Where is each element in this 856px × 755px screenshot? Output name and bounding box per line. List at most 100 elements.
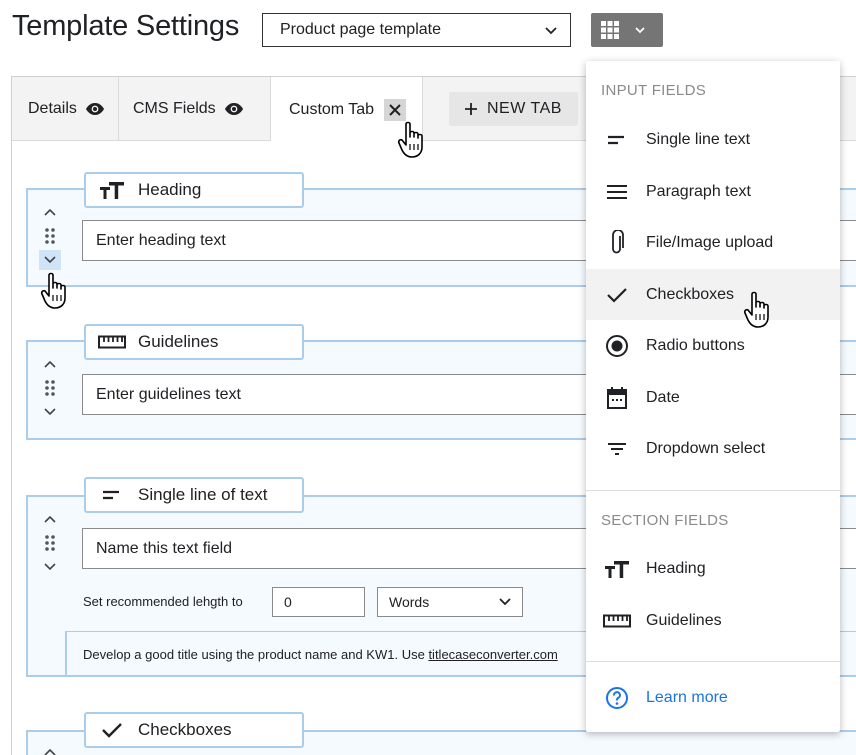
menu-item-label: Dropdown select	[646, 439, 766, 457]
menu-item-heading[interactable]: Heading	[586, 543, 840, 594]
help-icon	[606, 686, 628, 709]
guidelines-placeholder: Enter guidelines text	[96, 385, 241, 403]
grid-icon	[601, 21, 619, 39]
paperclip-icon	[612, 229, 624, 253]
menu-item-checkboxes[interactable]: Checkboxes	[586, 269, 840, 320]
chevron-down-icon	[44, 256, 56, 264]
menu-item-guidelines[interactable]: Guidelines	[586, 595, 840, 646]
hint-link[interactable]: titlecaseconverter.com	[428, 647, 557, 662]
menu-divider	[586, 490, 840, 491]
guidelines-label-text: Guidelines	[138, 332, 219, 351]
move-up-button[interactable]	[43, 509, 57, 529]
menu-item-label: Checkboxes	[646, 285, 735, 303]
field-menu-button[interactable]	[591, 13, 663, 47]
tab-details[interactable]: Details	[12, 77, 119, 141]
radio-icon	[606, 334, 628, 357]
checkboxes-field-label: Checkboxes	[84, 712, 304, 748]
menu-item-label: Heading	[646, 559, 706, 577]
eye-icon[interactable]	[224, 102, 244, 116]
field-mover	[40, 509, 60, 577]
single-line-field-label: Single line of text	[84, 477, 304, 513]
short-text-icon	[608, 135, 624, 144]
menu-item-dropdown-select[interactable]: Dropdown select	[586, 423, 840, 474]
section-fields-heading: SECTION FIELDS	[601, 512, 729, 529]
menu-item-label: File/Image upload	[646, 233, 774, 251]
drag-handle-icon	[45, 228, 55, 244]
recommended-length-value: 0	[284, 594, 292, 610]
learn-more-link[interactable]: Learn more	[586, 672, 840, 723]
chevron-up-icon	[44, 360, 56, 368]
tab-label: Details	[28, 100, 77, 117]
menu-item-label: Paragraph text	[646, 182, 751, 200]
guidelines-field-label: Guidelines	[84, 324, 304, 360]
menu-divider	[586, 661, 840, 662]
move-up-button[interactable]	[43, 742, 57, 755]
move-down-button[interactable]	[39, 557, 61, 577]
add-field-menu: INPUT FIELDS Single line text Paragraph …	[586, 61, 840, 732]
calendar-icon	[607, 386, 627, 409]
menu-item-file-image-upload[interactable]: File/Image upload	[586, 217, 840, 268]
menu-item-single-line-text[interactable]: Single line text	[586, 114, 840, 165]
tab-label: Custom Tab	[289, 100, 375, 118]
length-unit-value: Words	[389, 594, 430, 610]
hint-prefix: Develop a good title using the product n…	[83, 647, 429, 662]
field-mover	[40, 354, 60, 422]
heading-field-label: Heading	[84, 172, 304, 208]
template-select[interactable]: Product page template	[262, 13, 571, 47]
menu-item-paragraph-text[interactable]: Paragraph text	[586, 166, 840, 217]
move-down-button[interactable]	[39, 250, 61, 270]
chevron-down-icon	[44, 563, 56, 571]
move-up-button[interactable]	[43, 202, 57, 222]
chevron-up-icon	[44, 208, 56, 216]
hand-cursor-icon	[743, 291, 769, 328]
menu-item-label: Radio buttons	[646, 336, 745, 354]
text-size-icon	[605, 560, 629, 578]
filter-lines-icon	[608, 442, 626, 455]
check-icon	[607, 287, 627, 303]
move-up-button[interactable]	[43, 354, 57, 374]
menu-item-date[interactable]: Date	[586, 372, 840, 423]
ruler-icon	[98, 335, 126, 349]
paragraph-icon	[607, 184, 627, 199]
chevron-up-icon	[44, 515, 56, 523]
recommended-length-label: Set recommended lehgth to	[83, 594, 243, 609]
learn-more-label: Learn more	[646, 688, 728, 706]
heading-placeholder: Enter heading text	[96, 231, 226, 249]
hint-text: Develop a good title using the product n…	[83, 647, 558, 662]
menu-item-label: Guidelines	[646, 611, 722, 629]
drag-handle-icon	[45, 380, 55, 396]
check-icon	[102, 723, 122, 738]
heading-label-text: Heading	[138, 180, 202, 199]
page-title: Template Settings	[12, 10, 240, 42]
chevron-down-icon	[545, 27, 557, 35]
new-tab-button[interactable]: NEW TAB	[449, 92, 578, 126]
new-tab-label: NEW TAB	[487, 100, 562, 117]
single-line-label-text: Single line of text	[138, 485, 268, 504]
menu-item-label: Single line text	[646, 130, 751, 148]
length-unit-select[interactable]: Words	[377, 587, 523, 617]
text-size-icon	[100, 182, 124, 199]
field-mover	[39, 202, 61, 270]
drag-handle-icon	[45, 535, 55, 551]
close-tab-button[interactable]	[384, 98, 407, 121]
tab-label: CMS Fields	[133, 100, 216, 117]
menu-item-radio-buttons[interactable]: Radio buttons	[586, 320, 840, 371]
recommended-length-input[interactable]: 0	[272, 587, 365, 617]
checkboxes-label-text: Checkboxes	[138, 720, 232, 739]
close-icon	[389, 103, 401, 116]
chevron-down-icon	[499, 598, 511, 606]
hand-cursor-icon	[40, 272, 66, 309]
tab-cms-fields[interactable]: CMS Fields	[119, 77, 271, 141]
input-fields-heading: INPUT FIELDS	[601, 82, 707, 99]
eye-icon[interactable]	[85, 102, 105, 116]
drag-handle[interactable]	[44, 374, 56, 402]
move-down-button[interactable]	[39, 402, 61, 422]
chevron-down-icon	[635, 27, 645, 34]
text-field-name-placeholder: Name this text field	[96, 539, 233, 557]
drag-handle[interactable]	[44, 529, 56, 557]
field-mover	[40, 742, 60, 755]
hand-cursor-icon	[397, 121, 423, 158]
template-select-value: Product page template	[280, 21, 441, 38]
drag-handle[interactable]	[44, 222, 56, 250]
menu-item-label: Date	[646, 388, 680, 406]
